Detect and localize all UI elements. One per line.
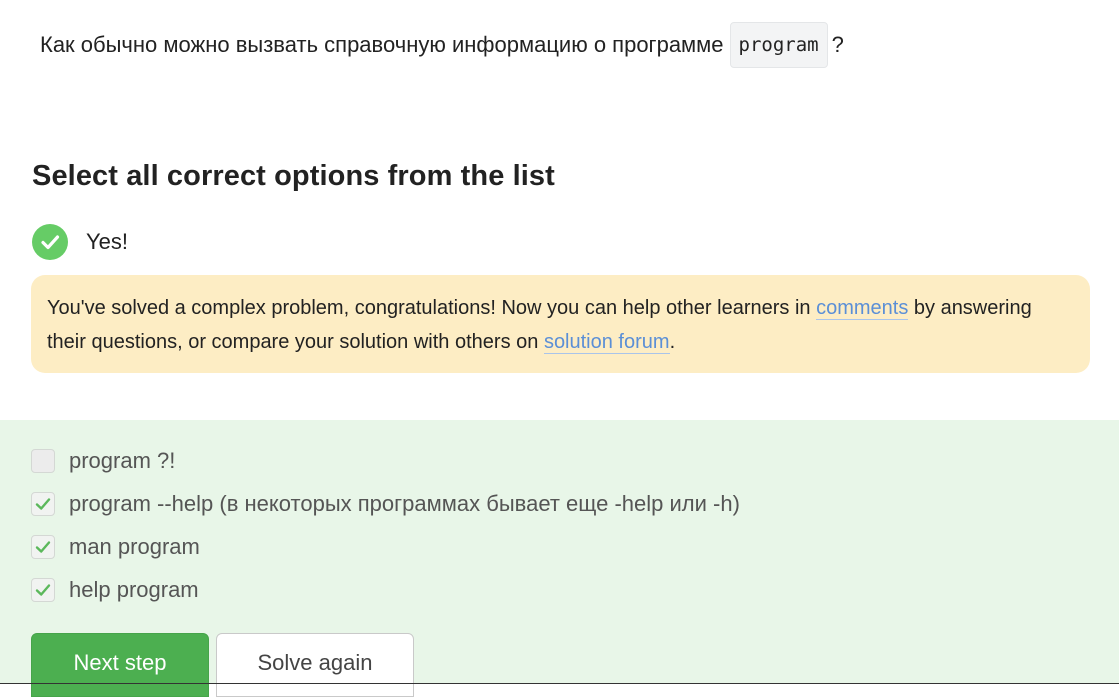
question-text-after: ? [831,32,844,57]
status-text: Yes! [86,229,129,254]
check-icon [35,498,51,510]
option-1-label: program ?! [69,448,176,473]
check-icon [35,541,51,553]
correct-status: Yes! [32,224,128,260]
quiz-title: Select all correct options from the list [32,160,555,192]
option-4-checkbox[interactable] [31,578,55,602]
check-circle-icon [32,224,68,260]
option-4-label: help program [69,577,199,602]
option-2[interactable]: program --help (в некоторых программах б… [31,491,740,517]
option-3[interactable]: man program [31,534,200,560]
question-text-before: Как обычно можно вызвать справочную инфо… [40,32,724,57]
option-1[interactable]: program ?! [31,448,175,474]
option-1-checkbox[interactable] [31,449,55,473]
solution-forum-link[interactable]: solution forum [543,331,670,354]
next-step-button[interactable]: Next step [31,633,209,697]
option-3-label: man program [69,534,200,559]
option-4[interactable]: help program [31,577,199,603]
question-text: Как обычно можно вызвать справочную инфо… [40,22,844,68]
option-2-checkbox[interactable] [31,492,55,516]
solve-again-button[interactable]: Solve again [216,633,414,697]
comments-link[interactable]: comments [816,297,909,320]
notice-text-3: . [669,331,676,353]
option-3-checkbox[interactable] [31,535,55,559]
option-2-label: program --help (в некоторых программах б… [69,491,740,516]
check-icon [35,584,51,596]
congratulations-notice: You've solved a complex problem, congrat… [31,275,1090,373]
notice-text-1: You've solved a complex problem, congrat… [47,297,817,319]
inline-code: program [729,22,828,68]
